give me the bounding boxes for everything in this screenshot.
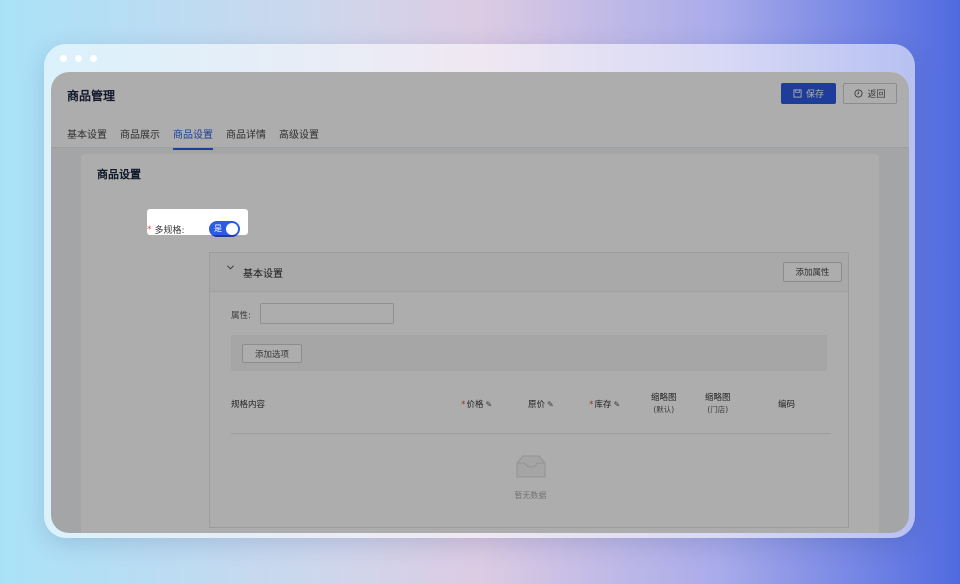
save-button-label: 保存 [805, 90, 824, 100]
col-thumb-store-label: 缩略图 [705, 393, 731, 403]
multi-spec-row: * 多规格: 是 [147, 217, 245, 242]
spec-table: 规格内容 *价格 ✎ 原价 ✎ *库存 ✎ 缩略图 (默认) 缩略图 (门店) … [223, 385, 838, 525]
tab-product-settings[interactable]: 商品设置 [173, 126, 213, 150]
edit-icon[interactable]: ✎ [614, 400, 621, 409]
col-thumb-store: 缩略图 (门店) [705, 392, 731, 416]
edit-icon[interactable]: ✎ [486, 400, 493, 409]
toggle-text: 是 [214, 224, 222, 233]
col-original-price-label: 原价 [528, 400, 546, 410]
browser-window: 商品管理 保存 返回 基本设置 商品展示 商品设置 商品详情 高级设置 商品设置… [44, 44, 915, 538]
save-icon [793, 89, 802, 98]
table-divider [231, 433, 831, 434]
back-button[interactable]: 返回 [843, 83, 897, 104]
spec-panel: 基本设置 添加属性 属性: 添加选项 规格内容 *价格 ✎ 原价 ✎ *库存 ✎… [209, 252, 849, 528]
chevron-down-icon[interactable] [226, 263, 235, 275]
add-option-button[interactable]: 添加选项 [242, 344, 302, 363]
empty-box-icon [516, 455, 546, 478]
window-dot-icon[interactable] [90, 55, 97, 62]
tab-advanced-settings[interactable]: 高级设置 [279, 126, 319, 147]
empty-state-text: 暂无数据 [514, 491, 547, 500]
back-button-label: 返回 [867, 90, 886, 100]
col-stock: *库存 ✎ [589, 399, 620, 411]
edit-icon[interactable]: ✎ [547, 400, 554, 409]
attribute-label: 属性: [231, 311, 251, 321]
add-attribute-button[interactable]: 添加属性 [783, 262, 842, 282]
tab-product-details[interactable]: 商品详情 [226, 126, 266, 147]
col-spec-content: 规格内容 [231, 400, 266, 410]
col-price-label: 价格 [466, 400, 484, 410]
window-titlebar [44, 44, 915, 72]
col-code: 编码 [778, 400, 796, 410]
col-price: *价格 ✎ [461, 399, 492, 411]
multi-spec-label: 多规格: [154, 226, 185, 236]
panel-title: 基本设置 [243, 269, 283, 280]
attribute-input[interactable] [260, 303, 394, 324]
clock-back-icon [854, 89, 864, 98]
option-bar: 添加选项 [231, 335, 827, 371]
page-header: 商品管理 保存 返回 基本设置 商品展示 商品设置 商品详情 高级设置 [51, 72, 909, 150]
toggle-knob [226, 223, 238, 235]
tab-product-display[interactable]: 商品展示 [120, 126, 160, 147]
save-button[interactable]: 保存 [781, 83, 836, 104]
col-stock-label: 库存 [594, 400, 612, 410]
required-mark: * [589, 400, 594, 410]
col-thumb-store-sub: (门店) [707, 405, 729, 414]
tab-basic-settings[interactable]: 基本设置 [67, 126, 107, 147]
page-title: 商品管理 [67, 89, 116, 103]
col-thumb-default-sub: (默认) [653, 405, 675, 414]
tab-bar: 基本设置 商品展示 商品设置 商品详情 高级设置 [67, 126, 319, 150]
multi-spec-toggle[interactable]: 是 [209, 221, 240, 237]
required-mark: * [147, 224, 152, 235]
panel-header[interactable]: 基本设置 添加属性 [210, 253, 848, 292]
required-mark: * [461, 400, 466, 410]
col-thumb-default-label: 缩略图 [651, 393, 677, 403]
section-title: 商品设置 [97, 168, 141, 181]
col-original-price: 原价 ✎ [528, 399, 554, 411]
col-thumb-default: 缩略图 (默认) [651, 392, 677, 416]
window-dot-icon[interactable] [75, 55, 82, 62]
product-settings-card: 商品设置 * 多规格: 是 基本设置 添加属性 属性: 添加选项 规格内容 *价… [81, 154, 879, 533]
app-content: 商品管理 保存 返回 基本设置 商品展示 商品设置 商品详情 高级设置 商品设置… [51, 72, 909, 533]
window-dot-icon[interactable] [60, 55, 67, 62]
